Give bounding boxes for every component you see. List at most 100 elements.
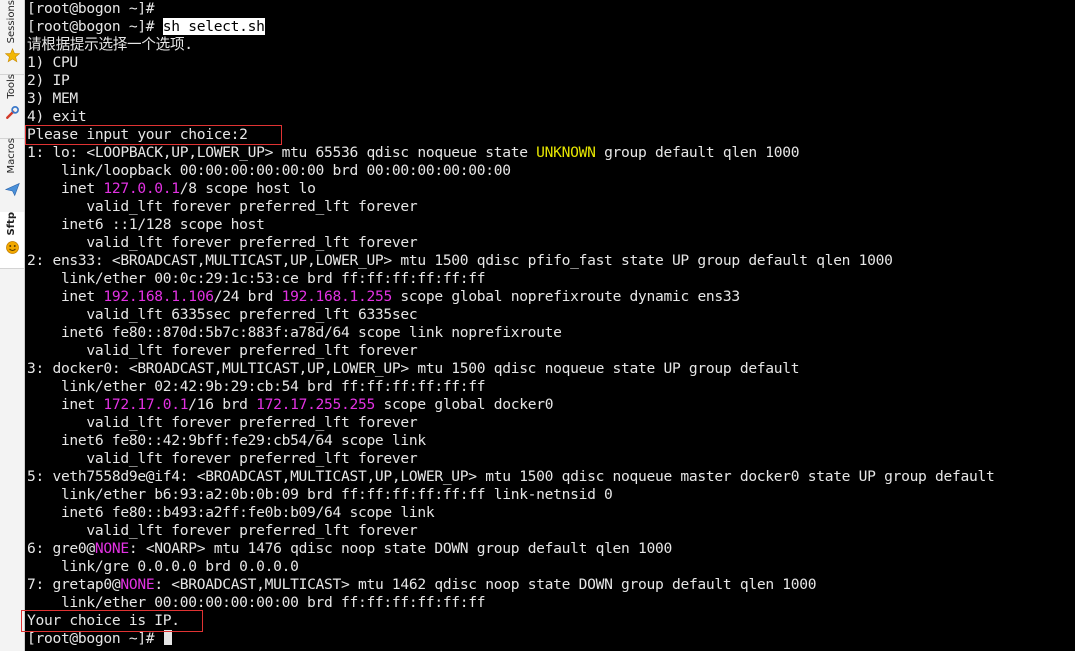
terminal-line: [root@bogon ~]# <box>26 0 1075 18</box>
terminal-text: valid_lft forever preferred_lft forever <box>27 198 418 215</box>
terminal-text: group default qlen 1000 <box>595 144 800 161</box>
terminal-line: 3) MEM <box>26 90 1075 108</box>
terminal-line: valid_lft forever preferred_lft forever <box>26 234 1075 252</box>
terminal-text: valid_lft forever preferred_lft forever <box>27 414 418 431</box>
terminal-line: link/gre 0.0.0.0 brd 0.0.0.0 <box>26 558 1075 576</box>
terminal-line: link/ether b6:93:a2:0b:0b:09 brd ff:ff:f… <box>26 486 1075 504</box>
terminal-line: link/ether 02:42:9b:29:cb:54 brd ff:ff:f… <box>26 378 1075 396</box>
terminal-text: Please input your choice:2 <box>27 126 248 143</box>
terminal-line: valid_lft forever preferred_lft forever <box>26 522 1075 540</box>
terminal-text: 2: ens33: <BROADCAST,MULTICAST,UP,LOWER_… <box>27 252 893 269</box>
terminal-text: scope global docker0 <box>374 396 554 413</box>
terminal-line: inet6 fe80::42:9bff:fe29:cb54/64 scope l… <box>26 432 1075 450</box>
terminal-line: link/ether 00:0c:29:1c:53:ce brd ff:ff:f… <box>26 270 1075 288</box>
terminal-line: inet 172.17.0.1/16 brd 172.17.255.255 sc… <box>26 396 1075 414</box>
terminal-text: inet6 ::1/128 scope host <box>27 216 265 233</box>
tab-sessions[interactable]: Sessions <box>0 0 24 75</box>
star-icon <box>4 47 20 63</box>
tab-tools[interactable]: Tools <box>0 74 24 139</box>
terminal-text: inet <box>27 396 104 413</box>
terminal-text: inet6 fe80::870d:5b7c:883f:a78d/64 scope… <box>27 324 562 341</box>
sftp-icon <box>4 240 20 256</box>
terminal-text: : <BROADCAST,MULTICAST> mtu 1462 qdisc n… <box>154 576 817 593</box>
terminal-line: Please input your choice:2 <box>26 126 1075 144</box>
terminal-text: 5: veth7558d9e@if4: <BROADCAST,MULTICAST… <box>27 468 995 485</box>
terminal-text: [root@bogon ~]# <box>27 18 163 35</box>
terminal-text: 1) CPU <box>27 54 78 71</box>
terminal-line: inet 127.0.0.1/8 scope host lo <box>26 180 1075 198</box>
terminal-text: 172.17.0.1 <box>103 396 189 413</box>
terminal-cursor <box>163 630 172 645</box>
terminal-text: 172.17.255.255 <box>256 396 375 413</box>
terminal-text: 6: gre0@ <box>27 540 95 557</box>
terminal-line: link/loopback 00:00:00:00:00:00 brd 00:0… <box>26 162 1075 180</box>
terminal-line: [root@bogon ~]# <box>26 630 1075 648</box>
selected-command: sh select.sh <box>162 18 265 35</box>
terminal-line: valid_lft forever preferred_lft forever <box>26 450 1075 468</box>
terminal-text: [root@bogon ~]# <box>27 630 163 647</box>
terminal-text: 请根据提示选择一个选项. <box>27 36 193 53</box>
terminal-line: 5: veth7558d9e@if4: <BROADCAST,MULTICAST… <box>26 468 1075 486</box>
terminal-text: 4) exit <box>27 108 87 125</box>
terminal-line: 1) CPU <box>26 54 1075 72</box>
terminal-text: link/ether 02:42:9b:29:cb:54 brd ff:ff:f… <box>27 378 486 395</box>
terminal-text: 192.168.1.106 <box>103 288 214 305</box>
terminal-line: link/ether 00:00:00:00:00:00 brd ff:ff:f… <box>26 594 1075 612</box>
terminal-text: 3) MEM <box>27 90 78 107</box>
terminal-line: inet 192.168.1.106/24 brd 192.168.1.255 … <box>26 288 1075 306</box>
terminal-text: [root@bogon ~]# <box>27 0 155 17</box>
terminal-output[interactable]: [root@bogon ~]# [root@bogon ~]# sh select… <box>26 0 1075 651</box>
terminal-text: NONE <box>94 540 129 557</box>
terminal-line: inet6 fe80::b493:a2ff:fe0b:b09/64 scope … <box>26 504 1075 522</box>
tab-tools-label: Tools <box>6 74 17 99</box>
terminal-text: valid_lft 6335sec preferred_lft 6335sec <box>27 306 418 323</box>
terminal-text: 127.0.0.1 <box>103 180 180 197</box>
terminal-line: valid_lft 6335sec preferred_lft 6335sec <box>26 306 1075 324</box>
terminal-text: : <NOARP> mtu 1476 qdisc noop state DOWN… <box>128 540 672 557</box>
terminal-line: valid_lft forever preferred_lft forever <box>26 342 1075 360</box>
terminal-text: /8 scope host lo <box>179 180 316 197</box>
terminal-text: link/gre 0.0.0.0 brd 0.0.0.0 <box>27 558 299 575</box>
terminal-line: 7: gretap0@NONE: <BROADCAST,MULTICAST> m… <box>26 576 1075 594</box>
terminal-text: inet6 fe80::b493:a2ff:fe0b:b09/64 scope … <box>27 504 435 521</box>
terminal-text: 7: gretap0@ <box>27 576 121 593</box>
terminal-line: 3: docker0: <BROADCAST,MULTICAST,UP,LOWE… <box>26 360 1075 378</box>
terminal-line: 1: lo: <LOOPBACK,UP,LOWER_UP> mtu 65536 … <box>26 144 1075 162</box>
terminal-text: link/loopback 00:00:00:00:00:00 brd 00:0… <box>27 162 511 179</box>
terminal-text: Your choice is IP. <box>27 612 180 629</box>
terminal-text: /24 brd <box>213 288 282 305</box>
tab-macros-label: Macros <box>6 138 17 174</box>
terminal-text: inet <box>27 180 104 197</box>
terminal-line: valid_lft forever preferred_lft forever <box>26 198 1075 216</box>
tab-macros[interactable]: Macros <box>0 138 24 213</box>
tab-sessions-label: Sessions <box>6 0 17 44</box>
macros-icon <box>4 181 20 197</box>
terminal-text: 1: lo: <LOOPBACK,UP,LOWER_UP> mtu 65536 … <box>27 144 537 161</box>
terminal-text: valid_lft forever preferred_lft forever <box>27 450 418 467</box>
terminal-line: [root@bogon ~]# sh select.sh <box>26 18 1075 36</box>
terminal-line: 2: ens33: <BROADCAST,MULTICAST,UP,LOWER_… <box>26 252 1075 270</box>
terminal-line: 4) exit <box>26 108 1075 126</box>
terminal-text: link/ether b6:93:a2:0b:0b:09 brd ff:ff:f… <box>27 486 613 503</box>
terminal-text: 192.168.1.255 <box>281 288 393 305</box>
terminal-line: 6: gre0@NONE: <NOARP> mtu 1476 qdisc noo… <box>26 540 1075 558</box>
terminal-line: valid_lft forever preferred_lft forever <box>26 414 1075 432</box>
terminal-line: 请根据提示选择一个选项. <box>26 36 1075 54</box>
tab-sftp-label: Sftp <box>6 212 17 236</box>
terminal-text: scope global noprefixroute dynamic ens33 <box>391 288 740 305</box>
terminal-text: NONE <box>120 576 155 593</box>
terminal-line: inet6 ::1/128 scope host <box>26 216 1075 234</box>
terminal-text: inet <box>27 288 104 305</box>
tab-sftp[interactable]: Sftp <box>0 212 24 269</box>
terminal-line: Your choice is IP. <box>26 612 1075 630</box>
terminal-text: UNKNOWN <box>536 144 596 161</box>
tools-icon <box>4 105 20 121</box>
terminal-line: 2) IP <box>26 72 1075 90</box>
terminal-text: valid_lft forever preferred_lft forever <box>27 522 418 539</box>
terminal-text: link/ether 00:0c:29:1c:53:ce brd ff:ff:f… <box>27 270 486 287</box>
terminal-line: inet6 fe80::870d:5b7c:883f:a78d/64 scope… <box>26 324 1075 342</box>
terminal-text: valid_lft forever preferred_lft forever <box>27 234 418 251</box>
side-tab-bar: Sessions Tools Macros Sftp <box>0 0 25 651</box>
terminal-text: link/ether 00:00:00:00:00:00 brd ff:ff:f… <box>27 594 486 611</box>
terminal-text: inet6 fe80::42:9bff:fe29:cb54/64 scope l… <box>27 432 426 449</box>
